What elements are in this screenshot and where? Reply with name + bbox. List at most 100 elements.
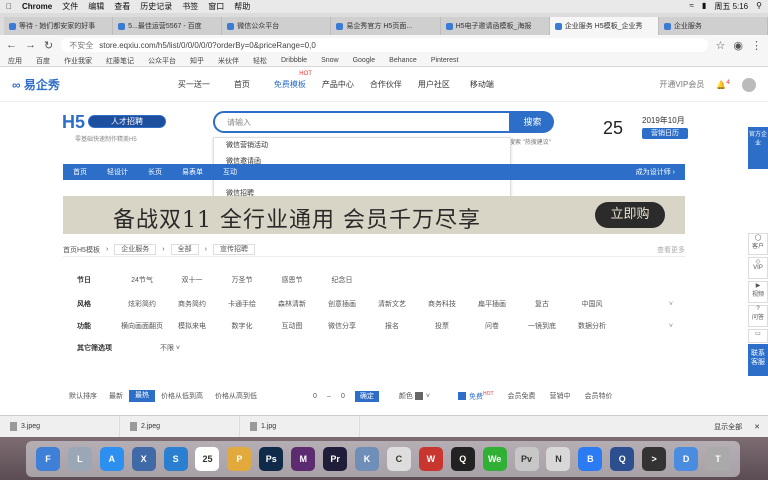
filter-option[interactable]: 中国风 [567, 299, 617, 309]
more-toggle[interactable]: ˅ [669, 301, 685, 308]
bookmark-item[interactable]: Dribbble [281, 57, 307, 64]
search-button[interactable]: 搜索 [511, 111, 554, 133]
filter-option[interactable]: 创意插画 [317, 299, 367, 309]
browser-tab[interactable]: 等待 - 她们都安家的好事 [4, 17, 114, 35]
cat-interactive[interactable]: 互动 [213, 167, 247, 177]
bookmark-item[interactable]: 米伙伴 [218, 56, 239, 66]
preview-icon[interactable]: Pv [514, 447, 539, 471]
search-icon[interactable]: ⚲ [756, 1, 762, 12]
nav-community[interactable]: 用户社区 [410, 79, 458, 90]
nav-home[interactable]: 首页 [218, 79, 266, 90]
cat-home[interactable]: 首页 [63, 167, 97, 177]
search-input[interactable]: 请输入 [213, 111, 511, 133]
avatar[interactable] [742, 77, 756, 92]
vip-link[interactable]: 开通VIP会员 [659, 79, 704, 90]
filter-option[interactable]: 炫彩简约 [117, 299, 167, 309]
filter-option[interactable]: 清新文艺 [367, 299, 417, 309]
filter-option[interactable]: 感恩节 [267, 275, 317, 285]
bookmark-item[interactable]: Google [353, 57, 376, 64]
chrome-icon[interactable]: C [386, 447, 411, 471]
cat-long-page[interactable]: 长页 [138, 167, 172, 177]
nav-bogo[interactable]: 买一送一 [170, 79, 218, 90]
filter-option[interactable]: 双十一 [167, 275, 217, 285]
marketing-calendar-button[interactable]: 营销日历 [642, 128, 688, 139]
close-icon[interactable]: ✕ [754, 423, 768, 431]
bookmark-item[interactable]: 轻松 [253, 56, 267, 66]
breadcrumb-more[interactable]: 查看更多 [657, 245, 685, 255]
nav-partners[interactable]: 合作伙伴 [362, 79, 410, 90]
menu-view[interactable]: 查看 [114, 1, 130, 12]
menubar-clock[interactable]: 周五 5:16 [714, 1, 748, 12]
bookmark-star-icon[interactable]: ☆ [716, 39, 726, 52]
promo-banner[interactable]: 备战双11 全行业通用 会员千万尽享 立即购 [63, 196, 685, 234]
filter-option[interactable]: 微信分享 [317, 321, 367, 331]
nav-mobile[interactable]: 移动端 [458, 79, 506, 90]
filter-option[interactable]: 24节气 [117, 275, 167, 285]
filter-option[interactable]: 商务科技 [417, 299, 467, 309]
side-vip[interactable]: ◇ VIP [748, 257, 768, 279]
browser-tab[interactable]: 易企秀官方 H5页面... [331, 17, 441, 35]
safari-icon[interactable]: S [163, 447, 188, 471]
bookmark-item[interactable]: 知乎 [190, 56, 204, 66]
sort-price-desc[interactable]: 价格从高到低 [209, 391, 263, 401]
price-to-input[interactable]: 0 [331, 393, 355, 400]
menu-bookmarks[interactable]: 书签 [182, 1, 198, 12]
browser-tab[interactable]: 5...最佳运营5567 - 百度 [113, 17, 223, 35]
filter-option[interactable]: 互动图 [267, 321, 317, 331]
filter-option[interactable]: 数字化 [217, 321, 267, 331]
filter-option[interactable]: 一镜到底 [517, 321, 567, 331]
terminal-icon[interactable]: > [642, 447, 667, 471]
member-discount-filter[interactable]: 会员特价 [585, 391, 613, 401]
baidu-netdisk-icon[interactable]: B [578, 447, 603, 471]
browser-tab[interactable]: 微信公众平台 [222, 17, 332, 35]
filter-option[interactable]: 万圣节 [217, 275, 267, 285]
breadcrumb-select-industry[interactable]: 企业服务 [114, 244, 157, 255]
contact-service-button[interactable]: 联系客服 [748, 344, 768, 376]
menu-help[interactable]: 帮助 [234, 1, 250, 12]
more-menu-icon[interactable]: ⋮ [751, 39, 762, 52]
filter-option[interactable]: 复古 [517, 299, 567, 309]
filter-option[interactable]: 卡通手绘 [217, 299, 267, 309]
wps-icon[interactable]: W [418, 447, 443, 471]
app-store-icon[interactable]: A [99, 447, 124, 471]
download-item[interactable]: 2.jpeg [120, 416, 240, 437]
apple-icon[interactable]:  [6, 2, 12, 11]
xcode-icon[interactable]: X [131, 447, 156, 471]
filter-option[interactable]: 纪念日 [317, 275, 367, 285]
premiere-icon[interactable]: Pr [323, 447, 348, 471]
downloads-folder-icon[interactable]: D [674, 447, 699, 471]
reload-icon[interactable]: ↻ [44, 39, 53, 52]
side-customer[interactable]: ◯ 客户 [748, 233, 768, 255]
bookmark-item[interactable]: 应用 [8, 56, 22, 66]
download-item[interactable]: 1.jpg [240, 416, 360, 437]
nav-free-templates[interactable]: 免费模板 HOT [266, 71, 314, 90]
extensions-icon[interactable]: ◉ [733, 39, 743, 52]
battery-icon[interactable]: ▮ [702, 1, 706, 12]
more-toggle[interactable]: ˅ [669, 323, 685, 330]
suggestion-item[interactable]: 微信营销活动 [214, 138, 510, 154]
bookmark-item[interactable]: Pinterest [431, 57, 459, 64]
trash-icon[interactable]: T [705, 447, 730, 471]
filter-option[interactable]: 森林清新 [267, 299, 317, 309]
breadcrumb-select-all[interactable]: 全部 [170, 244, 199, 255]
sort-price-asc[interactable]: 价格从低到高 [155, 391, 209, 401]
filter-option[interactable]: 问卷 [467, 321, 517, 331]
price-from-input[interactable]: 0 [303, 393, 327, 400]
browser-tab[interactable]: 企业服务 [658, 17, 768, 35]
recruit-badge[interactable]: 人才招聘 [88, 115, 166, 128]
finder-icon[interactable]: F [35, 447, 60, 471]
site-logo[interactable]: ∞ 易企秀 [12, 76, 60, 93]
bookmark-item[interactable]: Snow [321, 57, 339, 64]
browser-tab[interactable]: H5电子邀请函模板_海报 [440, 17, 550, 35]
bookmark-item[interactable]: 百度 [36, 56, 50, 66]
menu-file[interactable]: 文件 [62, 1, 78, 12]
side-faq[interactable]: ? 问答 [748, 305, 768, 327]
filter-option[interactable]: 数据分析 [567, 321, 617, 331]
notes-icon[interactable]: N [546, 447, 571, 471]
side-coupon[interactable]: ▭ [748, 329, 768, 343]
search-hint[interactable]: 搜索 "热搜建议" [509, 137, 551, 146]
bookmark-item[interactable]: 公众平台 [148, 56, 176, 66]
h5-logo[interactable]: H5 [62, 112, 85, 133]
sort-newest[interactable]: 最新 [103, 391, 129, 401]
menu-edit[interactable]: 编辑 [88, 1, 104, 12]
